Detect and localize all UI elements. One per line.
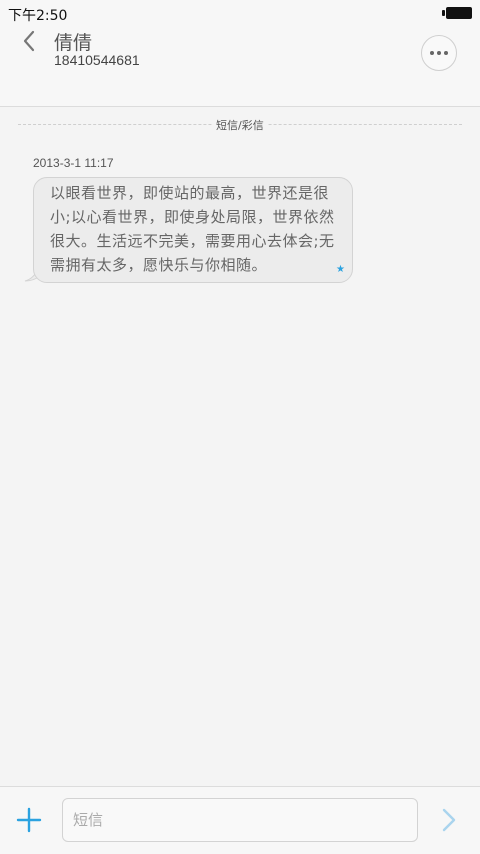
contact-number: 18410544681	[54, 52, 140, 68]
back-button[interactable]	[14, 26, 44, 56]
contact-name: 倩倩	[54, 32, 93, 54]
add-attachment-button[interactable]	[16, 807, 42, 833]
more-icon	[429, 51, 450, 55]
sms-input[interactable]	[62, 798, 418, 842]
conversation-header: 倩倩 18410544681	[0, 26, 480, 107]
chevron-right-icon	[442, 808, 456, 832]
composer-bar	[0, 786, 480, 854]
battery-icon	[442, 7, 474, 19]
status-time: 下午2:50	[8, 8, 68, 24]
chevron-left-icon	[23, 30, 35, 52]
message-timestamp: 2013-3-1 11:17	[33, 156, 114, 170]
plus-icon	[16, 807, 42, 833]
message-text: 以眼看世界，即使站的最高，世界还是很小;以心看世界，即使身处局限，世界依然很大。…	[50, 184, 335, 274]
status-bar: 下午2:50	[0, 0, 480, 26]
send-button[interactable]	[437, 806, 461, 834]
star-icon: ★	[336, 264, 345, 275]
divider-label: 短信/彩信	[212, 117, 268, 133]
more-button[interactable]	[421, 35, 457, 71]
